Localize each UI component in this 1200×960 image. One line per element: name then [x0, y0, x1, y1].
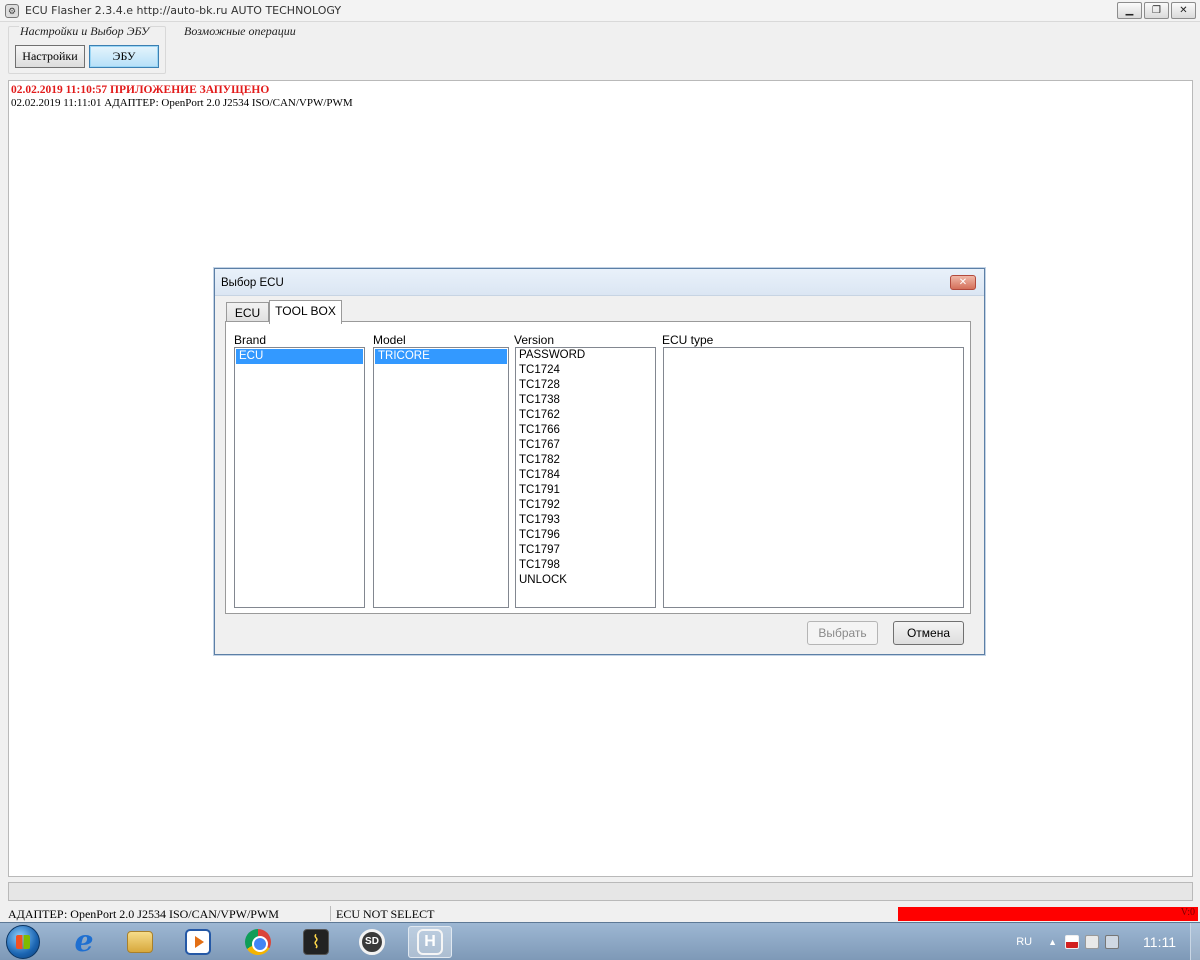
- version-item[interactable]: TC1724: [516, 363, 655, 378]
- chrome-icon[interactable]: [236, 926, 280, 958]
- minimize-button[interactable]: ▁: [1117, 2, 1142, 19]
- version-item[interactable]: TC1728: [516, 378, 655, 393]
- status-adapter: АДАПТЕР: OpenPort 2.0 J2534 ISO/CAN/VPW/…: [8, 907, 279, 921]
- dialog-title: Выбор ECU: [221, 277, 284, 289]
- status-indicator: V:0: [898, 907, 1198, 921]
- version-item[interactable]: PASSWORD: [516, 348, 655, 363]
- progress-bar: [8, 882, 1193, 901]
- version-list[interactable]: PASSWORD TC1724 TC1728 TC1738 TC1762 TC1…: [515, 347, 656, 608]
- dialog-close-button[interactable]: ✕: [950, 275, 976, 290]
- system-tray: RU ▲ 11:11: [1016, 923, 1200, 960]
- ecu-type-label: ECU type: [662, 333, 714, 347]
- version-item[interactable]: TC1762: [516, 408, 655, 423]
- version-item[interactable]: TC1767: [516, 438, 655, 453]
- version-label: Version: [514, 333, 555, 347]
- version-item[interactable]: TC1784: [516, 468, 655, 483]
- media-player-icon[interactable]: [176, 926, 220, 958]
- internet-explorer-icon[interactable]: e: [62, 926, 106, 958]
- version-item[interactable]: TC1766: [516, 423, 655, 438]
- tray-expand-icon[interactable]: ▲: [1048, 937, 1057, 947]
- version-item[interactable]: TC1793: [516, 513, 655, 528]
- operations-group-title: Возможные операции: [183, 24, 297, 39]
- window-title: ECU Flasher 2.3.4.e http://auto-bk.ru AU…: [25, 4, 342, 17]
- oscilloscope-app-icon[interactable]: ⌇: [294, 926, 338, 958]
- version-item[interactable]: TC1782: [516, 453, 655, 468]
- status-separator: [330, 906, 331, 921]
- file-explorer-icon[interactable]: [118, 926, 162, 958]
- log-line: 02.02.2019 11:11:01 АДАПТЕР: OpenPort 2.…: [11, 97, 353, 109]
- model-item[interactable]: TRICORE: [375, 349, 507, 364]
- version-item[interactable]: TC1738: [516, 393, 655, 408]
- window-controls: ▁ ❐ ✕: [1117, 2, 1196, 19]
- status-ecu: ECU NOT SELECT: [336, 907, 435, 921]
- brand-label: Brand: [234, 333, 267, 347]
- version-item[interactable]: UNLOCK: [516, 573, 655, 588]
- steering-wheel-app-icon[interactable]: SD: [350, 926, 394, 958]
- settings-group-title: Настройки и Выбор ЭБУ: [19, 24, 151, 39]
- settings-button[interactable]: Настройки: [15, 45, 85, 68]
- ecu-button[interactable]: ЭБУ: [89, 45, 159, 68]
- close-button[interactable]: ✕: [1171, 2, 1196, 19]
- display-icon[interactable]: [1105, 935, 1120, 949]
- restore-button[interactable]: ❐: [1144, 2, 1169, 19]
- status-bar: АДАПТЕР: OpenPort 2.0 J2534 ISO/CAN/VPW/…: [0, 905, 1200, 922]
- dialog-title-bar: Выбор ECU ✕: [215, 269, 984, 296]
- cancel-button[interactable]: Отмена: [893, 621, 964, 645]
- tab-ecu[interactable]: ECU: [226, 302, 269, 322]
- ecu-type-list[interactable]: [663, 347, 964, 608]
- model-list[interactable]: TRICORE: [373, 347, 509, 608]
- version-item[interactable]: TC1796: [516, 528, 655, 543]
- settings-group: Настройки и Выбор ЭБУ Настройки ЭБУ: [8, 24, 166, 74]
- version-item[interactable]: TC1798: [516, 558, 655, 573]
- language-indicator[interactable]: RU: [1016, 936, 1032, 948]
- log-line: 02.02.2019 11:10:57 ПРИЛОЖЕНИЕ ЗАПУЩЕНО: [11, 84, 270, 96]
- version-item[interactable]: TC1792: [516, 498, 655, 513]
- brand-item[interactable]: ECU: [236, 349, 363, 364]
- honda-app-icon[interactable]: H: [408, 926, 452, 958]
- start-button[interactable]: [6, 925, 40, 959]
- operations-group: Возможные операции: [172, 24, 1192, 74]
- version-item[interactable]: TC1797: [516, 543, 655, 558]
- version-item[interactable]: TC1791: [516, 483, 655, 498]
- brand-list[interactable]: ECU: [234, 347, 365, 608]
- action-center-flag-icon[interactable]: [1065, 935, 1080, 949]
- app-icon: ⚙: [5, 3, 19, 18]
- clock[interactable]: 11:11: [1143, 934, 1176, 950]
- taskbar: e ⌇ SD H RU ▲ 11:11: [0, 922, 1200, 960]
- network-icon[interactable]: [1085, 935, 1100, 949]
- tab-toolbox[interactable]: TOOL BOX: [269, 300, 342, 324]
- show-desktop-button[interactable]: [1190, 923, 1200, 960]
- status-version: V:0: [1180, 907, 1195, 918]
- select-button[interactable]: Выбрать: [807, 621, 878, 645]
- model-label: Model: [373, 333, 406, 347]
- title-bar: ⚙ ECU Flasher 2.3.4.e http://auto-bk.ru …: [0, 0, 1200, 22]
